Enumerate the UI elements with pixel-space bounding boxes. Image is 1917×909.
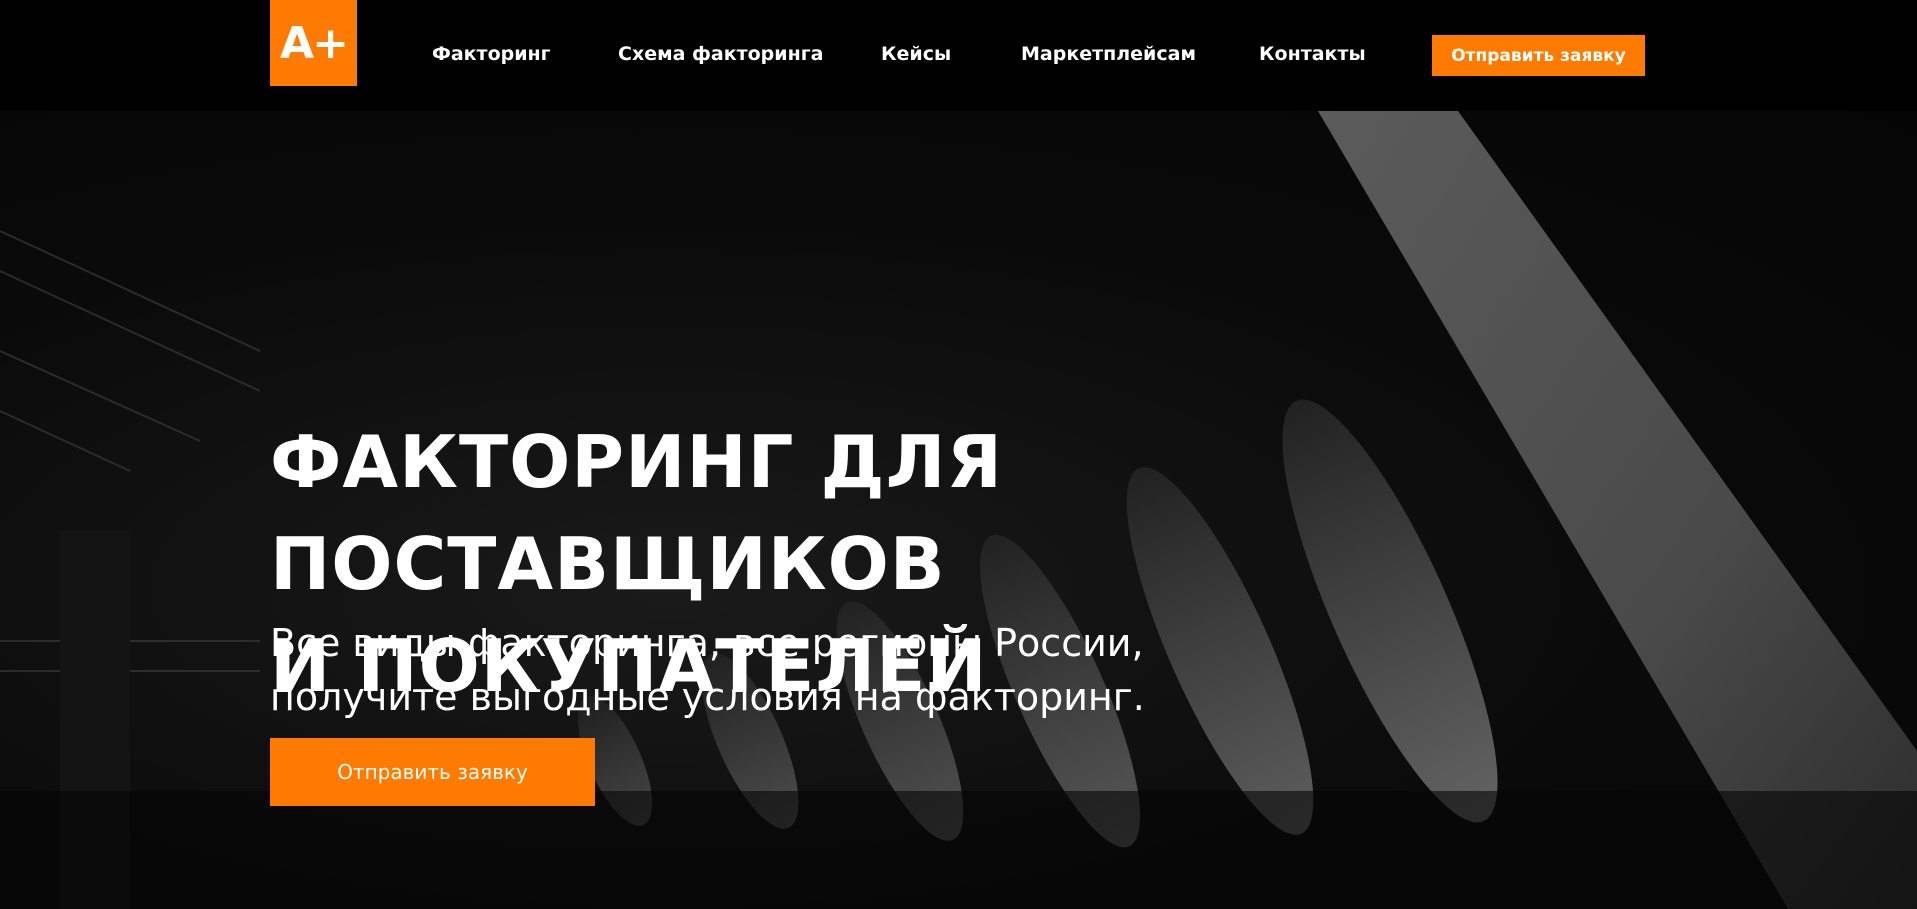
nav-item-scheme[interactable]: Схема факторинга (618, 43, 823, 65)
hero-submit-request-button[interactable]: Отправить заявку (270, 738, 595, 806)
hero-subtitle: Все виды факторинга, все регионы России,… (270, 616, 1270, 724)
header-submit-request-button[interactable]: Отправить заявку (1432, 35, 1645, 76)
hero-subtitle-line-2: получите выгодные условия на факторинг. (270, 675, 1145, 719)
nav-item-marketplaces[interactable]: Маркетплейсам (1021, 43, 1196, 65)
site-header: A+ Факторинг Схема факторинга Кейсы Марк… (0, 0, 1917, 111)
nav-item-cases[interactable]: Кейсы (881, 43, 951, 65)
nav-item-contacts[interactable]: Контакты (1259, 43, 1366, 65)
hero-title-line-1: ФАКТОРИНГ ДЛЯ ПОСТАВЩИКОВ (270, 420, 1003, 606)
nav-item-factoring[interactable]: Факторинг (432, 43, 551, 65)
hero-section: ФАКТОРИНГ ДЛЯ ПОСТАВЩИКОВ И ПОКУПАТЕЛЕЙ … (0, 111, 1917, 909)
hero-subtitle-line-1: Все виды факторинга, все регионы России, (270, 621, 1144, 665)
